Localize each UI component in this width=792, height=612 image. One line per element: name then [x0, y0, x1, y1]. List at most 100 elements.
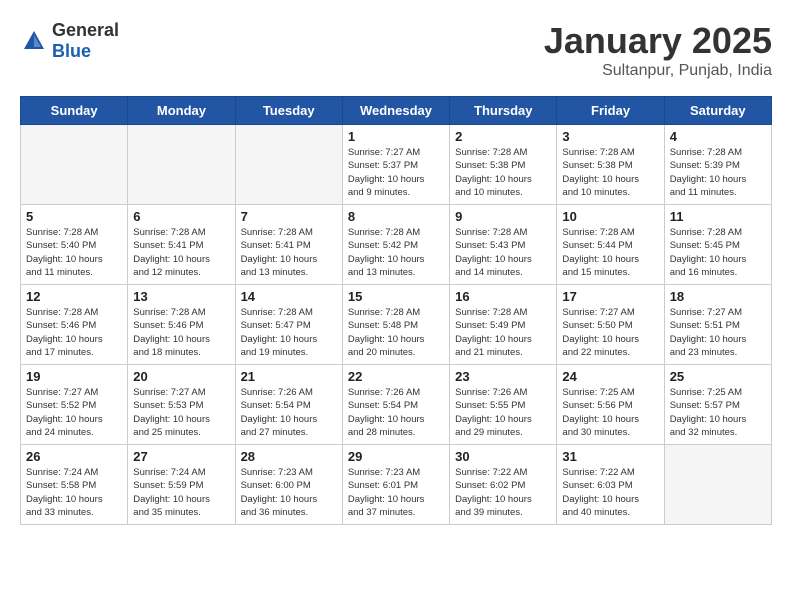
calendar-cell: 23 Sunrise: 7:26 AM Sunset: 5:55 PM Dayli… [450, 365, 557, 445]
calendar-cell: 24 Sunrise: 7:25 AM Sunset: 5:56 PM Dayli… [557, 365, 664, 445]
day-info: Sunrise: 7:28 AM Sunset: 5:40 PM Dayligh… [26, 226, 122, 279]
calendar-cell: 17 Sunrise: 7:27 AM Sunset: 5:50 PM Dayli… [557, 285, 664, 365]
day-info: Sunrise: 7:28 AM Sunset: 5:43 PM Dayligh… [455, 226, 551, 279]
calendar-cell: 9Sunrise: 7:28 AM Sunset: 5:43 PM Daylig… [450, 205, 557, 285]
day-number: 29 [348, 449, 444, 464]
calendar-title: January 2025 [544, 20, 772, 62]
day-info: Sunrise: 7:28 AM Sunset: 5:46 PM Dayligh… [26, 306, 122, 359]
day-number: 28 [241, 449, 337, 464]
day-number: 20 [133, 369, 229, 384]
day-number: 17 [562, 289, 658, 304]
calendar-cell: 4Sunrise: 7:28 AM Sunset: 5:39 PM Daylig… [664, 125, 771, 205]
day-info: Sunrise: 7:28 AM Sunset: 5:47 PM Dayligh… [241, 306, 337, 359]
calendar-cell: 20 Sunrise: 7:27 AM Sunset: 5:53 PM Dayli… [128, 365, 235, 445]
day-number: 3 [562, 129, 658, 144]
title-block: January 2025 Sultanpur, Punjab, India [544, 20, 772, 80]
calendar-cell: 15 Sunrise: 7:28 AM Sunset: 5:48 PM Dayli… [342, 285, 449, 365]
weekday-thursday: Thursday [450, 97, 557, 125]
calendar-cell: 14 Sunrise: 7:28 AM Sunset: 5:47 PM Dayli… [235, 285, 342, 365]
logo-icon [20, 27, 48, 55]
weekday-sunday: Sunday [21, 97, 128, 125]
weekday-tuesday: Tuesday [235, 97, 342, 125]
calendar-cell: 12 Sunrise: 7:28 AM Sunset: 5:46 PM Dayli… [21, 285, 128, 365]
day-info: Sunrise: 7:23 AM Sunset: 6:00 PM Dayligh… [241, 466, 337, 519]
day-number: 13 [133, 289, 229, 304]
day-info: Sunrise: 7:28 AM Sunset: 5:42 PM Dayligh… [348, 226, 444, 279]
calendar-cell: 5Sunrise: 7:28 AM Sunset: 5:40 PM Daylig… [21, 205, 128, 285]
day-number: 4 [670, 129, 766, 144]
calendar-cell: 19 Sunrise: 7:27 AM Sunset: 5:52 PM Dayli… [21, 365, 128, 445]
calendar-cell [664, 445, 771, 525]
day-number: 21 [241, 369, 337, 384]
calendar-table: SundayMondayTuesdayWednesdayThursdayFrid… [20, 96, 772, 525]
day-number: 15 [348, 289, 444, 304]
day-number: 24 [562, 369, 658, 384]
calendar-cell: 10Sunrise: 7:28 AM Sunset: 5:44 PM Dayli… [557, 205, 664, 285]
weekday-friday: Friday [557, 97, 664, 125]
calendar-cell: 11Sunrise: 7:28 AM Sunset: 5:45 PM Dayli… [664, 205, 771, 285]
calendar-cell: 7 Sunrise: 7:28 AM Sunset: 5:41 PM Daylig… [235, 205, 342, 285]
day-info: Sunrise: 7:25 AM Sunset: 5:56 PM Dayligh… [562, 386, 658, 439]
calendar-week-5: 26 Sunrise: 7:24 AM Sunset: 5:58 PM Dayli… [21, 445, 772, 525]
calendar-cell: 30Sunrise: 7:22 AM Sunset: 6:02 PM Dayli… [450, 445, 557, 525]
day-info: Sunrise: 7:26 AM Sunset: 5:54 PM Dayligh… [241, 386, 337, 439]
day-number: 8 [348, 209, 444, 224]
day-info: Sunrise: 7:28 AM Sunset: 5:38 PM Dayligh… [562, 146, 658, 199]
calendar-cell: 3 Sunrise: 7:28 AM Sunset: 5:38 PM Daylig… [557, 125, 664, 205]
day-info: Sunrise: 7:28 AM Sunset: 5:41 PM Dayligh… [241, 226, 337, 279]
calendar-cell: 8 Sunrise: 7:28 AM Sunset: 5:42 PM Daylig… [342, 205, 449, 285]
day-number: 1 [348, 129, 444, 144]
day-info: Sunrise: 7:22 AM Sunset: 6:03 PM Dayligh… [562, 466, 658, 519]
logo: General Blue [20, 20, 119, 62]
day-number: 25 [670, 369, 766, 384]
calendar-body: 1 Sunrise: 7:27 AM Sunset: 5:37 PM Daylig… [21, 125, 772, 525]
day-info: Sunrise: 7:27 AM Sunset: 5:37 PM Dayligh… [348, 146, 444, 199]
day-info: Sunrise: 7:28 AM Sunset: 5:45 PM Dayligh… [670, 226, 766, 279]
day-info: Sunrise: 7:27 AM Sunset: 5:52 PM Dayligh… [26, 386, 122, 439]
calendar-cell [128, 125, 235, 205]
day-info: Sunrise: 7:26 AM Sunset: 5:55 PM Dayligh… [455, 386, 551, 439]
day-number: 7 [241, 209, 337, 224]
day-number: 14 [241, 289, 337, 304]
day-number: 16 [455, 289, 551, 304]
calendar-cell: 27 Sunrise: 7:24 AM Sunset: 5:59 PM Dayli… [128, 445, 235, 525]
calendar-cell: 13 Sunrise: 7:28 AM Sunset: 5:46 PM Dayli… [128, 285, 235, 365]
day-number: 6 [133, 209, 229, 224]
day-number: 2 [455, 129, 551, 144]
day-number: 22 [348, 369, 444, 384]
day-info: Sunrise: 7:27 AM Sunset: 5:53 PM Dayligh… [133, 386, 229, 439]
day-number: 23 [455, 369, 551, 384]
calendar-header: SundayMondayTuesdayWednesdayThursdayFrid… [21, 97, 772, 125]
calendar-cell: 1 Sunrise: 7:27 AM Sunset: 5:37 PM Daylig… [342, 125, 449, 205]
day-info: Sunrise: 7:26 AM Sunset: 5:54 PM Dayligh… [348, 386, 444, 439]
day-info: Sunrise: 7:27 AM Sunset: 5:50 PM Dayligh… [562, 306, 658, 359]
day-info: Sunrise: 7:24 AM Sunset: 5:59 PM Dayligh… [133, 466, 229, 519]
calendar-cell: 31Sunrise: 7:22 AM Sunset: 6:03 PM Dayli… [557, 445, 664, 525]
calendar-week-4: 19 Sunrise: 7:27 AM Sunset: 5:52 PM Dayli… [21, 365, 772, 445]
calendar-week-3: 12 Sunrise: 7:28 AM Sunset: 5:46 PM Dayli… [21, 285, 772, 365]
day-info: Sunrise: 7:23 AM Sunset: 6:01 PM Dayligh… [348, 466, 444, 519]
day-number: 26 [26, 449, 122, 464]
day-info: Sunrise: 7:28 AM Sunset: 5:46 PM Dayligh… [133, 306, 229, 359]
day-number: 19 [26, 369, 122, 384]
day-info: Sunrise: 7:22 AM Sunset: 6:02 PM Dayligh… [455, 466, 551, 519]
day-number: 12 [26, 289, 122, 304]
day-info: Sunrise: 7:24 AM Sunset: 5:58 PM Dayligh… [26, 466, 122, 519]
calendar-cell [21, 125, 128, 205]
day-info: Sunrise: 7:27 AM Sunset: 5:51 PM Dayligh… [670, 306, 766, 359]
calendar-cell: 25Sunrise: 7:25 AM Sunset: 5:57 PM Dayli… [664, 365, 771, 445]
calendar-cell: 6Sunrise: 7:28 AM Sunset: 5:41 PM Daylig… [128, 205, 235, 285]
calendar-cell: 16 Sunrise: 7:28 AM Sunset: 5:49 PM Dayli… [450, 285, 557, 365]
calendar-subtitle: Sultanpur, Punjab, India [544, 62, 772, 80]
weekday-saturday: Saturday [664, 97, 771, 125]
logo-text-general: General [52, 20, 119, 40]
day-number: 10 [562, 209, 658, 224]
day-info: Sunrise: 7:28 AM Sunset: 5:48 PM Dayligh… [348, 306, 444, 359]
day-number: 18 [670, 289, 766, 304]
weekday-monday: Monday [128, 97, 235, 125]
calendar-cell: 26 Sunrise: 7:24 AM Sunset: 5:58 PM Dayli… [21, 445, 128, 525]
weekday-wednesday: Wednesday [342, 97, 449, 125]
day-number: 27 [133, 449, 229, 464]
day-info: Sunrise: 7:28 AM Sunset: 5:49 PM Dayligh… [455, 306, 551, 359]
day-info: Sunrise: 7:28 AM Sunset: 5:38 PM Dayligh… [455, 146, 551, 199]
